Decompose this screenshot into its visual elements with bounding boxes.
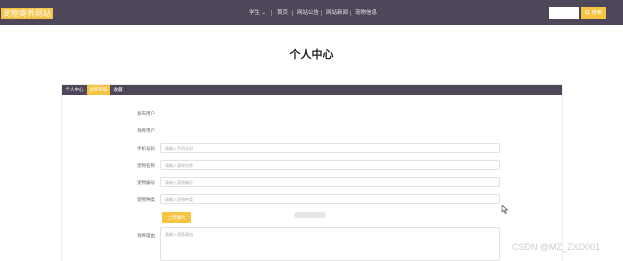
nav-divider <box>292 10 293 16</box>
nav-pet-info[interactable]: 宠物信息 <box>355 9 377 17</box>
nav-announcements[interactable]: 网站公告 <box>297 9 319 17</box>
pet-name-field[interactable]: 请输入宠物名称 <box>160 160 500 170</box>
phone-field[interactable]: 请输入手机号码 <box>160 143 500 153</box>
pet-name-label: 宠物名称 <box>137 163 155 168</box>
nav-divider <box>350 10 351 16</box>
image-preview-placeholder <box>294 212 326 218</box>
site-logo[interactable]: 宠物寄养网站 <box>1 8 53 19</box>
pet-id-label: 宠物编号 <box>137 180 155 185</box>
tab-bar: 个人中心 领养审核 收藏 <box>62 85 562 95</box>
adoption-reason-textarea[interactable]: 请输入领养理由 <box>160 227 500 261</box>
nav-divider <box>271 10 272 16</box>
phone-label: 手机号码 <box>137 146 155 151</box>
pet-id-field[interactable]: 请输入宠物编号 <box>160 177 500 187</box>
pet-type-field[interactable]: 请输入宠物种类 <box>160 194 500 204</box>
publisher-label: 发布用户 <box>137 111 155 116</box>
mouse-cursor-icon <box>501 205 509 214</box>
profile-panel: 个人中心 领养审核 收藏 发布用户 领养用户 手机号码 请输入手机号码 宠物名称… <box>61 84 563 261</box>
nav-home[interactable]: 首页 <box>277 9 288 17</box>
search-button-label: 搜索 <box>591 10 602 16</box>
upload-image-button[interactable]: 上传图片 <box>162 212 191 223</box>
nav-news[interactable]: 网站新闻 <box>326 9 348 17</box>
tab-profile[interactable]: 个人中心 <box>62 85 87 95</box>
pet-type-label: 宠物种类 <box>137 197 155 202</box>
watermark: CSDN @MZ_ZXD001 <box>512 242 601 252</box>
adopter-label: 领养用户 <box>137 128 155 133</box>
tab-adoption-review[interactable]: 领养审核 <box>87 85 110 95</box>
top-navbar: 宠物寄养网站 学生 ⌄ 首页 网站公告 网站新闻 宠物信息 搜索 <box>0 0 623 25</box>
page-title: 个人中心 <box>289 49 334 61</box>
search-icon <box>585 10 591 15</box>
nav-user-menu[interactable]: 学生 ⌄ <box>249 9 266 17</box>
reason-label: 领养理由 <box>137 233 155 238</box>
search-input[interactable] <box>549 7 579 19</box>
tab-favorites[interactable]: 收藏 <box>110 85 126 95</box>
search-button[interactable]: 搜索 <box>581 7 606 19</box>
nav-divider <box>321 10 322 16</box>
